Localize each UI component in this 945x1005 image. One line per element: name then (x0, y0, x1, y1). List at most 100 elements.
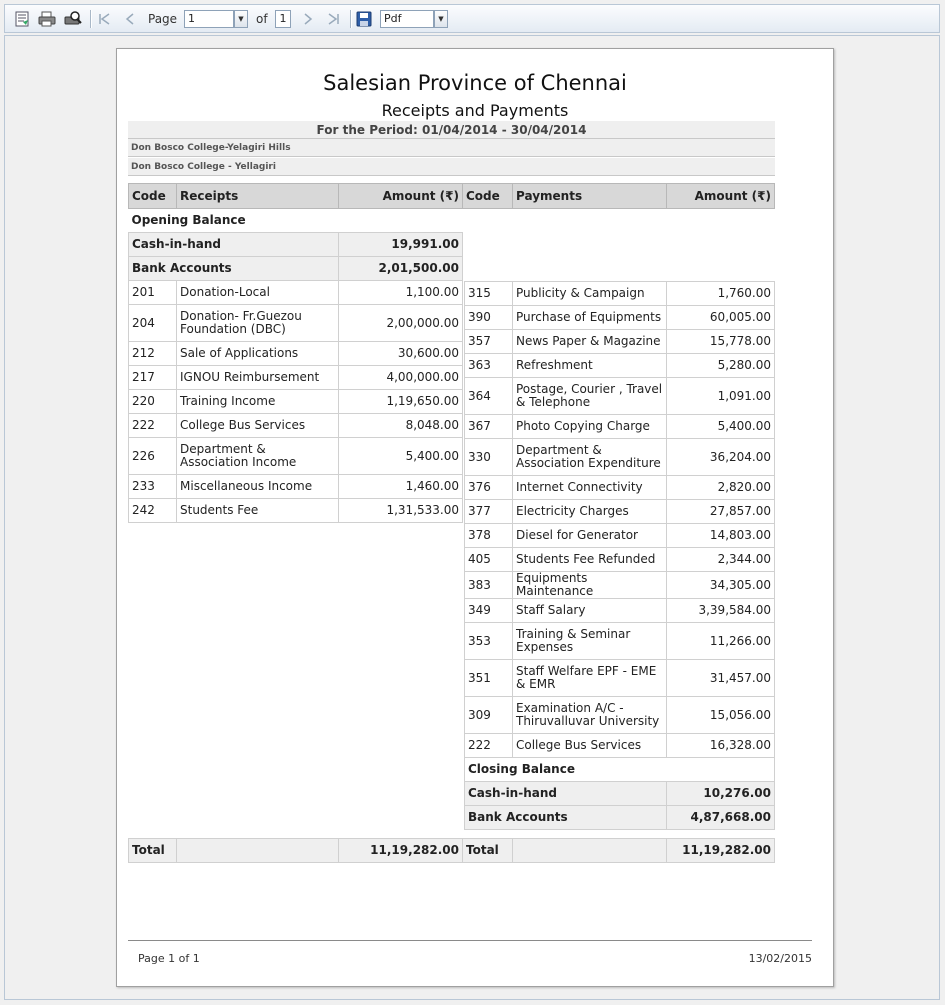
receipts-amount-header: Amount (₹) (338, 183, 463, 209)
payments-total-label: Total (462, 838, 513, 863)
table-row: 357 News Paper & Magazine 15,778.00 (464, 329, 775, 354)
row-code: 212 (128, 341, 177, 366)
page-number-input[interactable]: 1 (184, 10, 234, 28)
row-code: 201 (128, 280, 177, 305)
footer-page-info: Page 1 of 1 (138, 952, 200, 965)
row-code: 309 (464, 696, 513, 734)
table-row: 222 College Bus Services 16,328.00 (464, 733, 775, 758)
export-format-dropdown-button[interactable]: ▼ (434, 10, 448, 28)
total-pages-field: 1 (275, 10, 291, 28)
row-name: Diesel for Generator (512, 523, 667, 548)
save-icon[interactable] (355, 10, 373, 28)
chevron-down-icon: ▼ (238, 15, 244, 23)
row-amount: 15,778.00 (666, 329, 775, 354)
row-amount: 31,457.00 (666, 659, 775, 697)
row-code: 390 (464, 305, 513, 330)
row-name: Miscellaneous Income (176, 474, 339, 499)
row-amount: 14,803.00 (666, 523, 775, 548)
row-name: Training Income (176, 389, 339, 414)
first-page-icon[interactable] (95, 10, 113, 28)
payments-header-table: Code Payments Amount (₹) (462, 183, 775, 209)
table-row: 353 Training & Seminar Expenses 11,266.00 (464, 622, 775, 660)
row-code: 330 (464, 438, 513, 476)
of-label: of (256, 12, 268, 26)
row-amount: 34,305.00 (666, 571, 775, 599)
report-subtitle: Receipts and Payments (381, 101, 569, 120)
receipts-header-row: Code Receipts Amount (₹) (128, 183, 463, 209)
row-name: Students Fee (176, 498, 339, 523)
row-name: News Paper & Magazine (512, 329, 667, 354)
footer-date: 13/02/2015 (748, 952, 812, 965)
row-name: Publicity & Campaign (512, 281, 667, 306)
row-code: 364 (464, 377, 513, 415)
row-amount: 1,31,533.00 (338, 498, 463, 523)
row-name: Photo Copying Charge (512, 414, 667, 439)
row-amount: 1,460.00 (338, 474, 463, 499)
closing-cash-label: Cash-in-hand (464, 781, 667, 806)
row-name: College Bus Services (176, 413, 339, 438)
table-row: 390 Purchase of Equipments 60,005.00 (464, 305, 775, 330)
row-amount: 1,19,650.00 (338, 389, 463, 414)
row-code: 353 (464, 622, 513, 660)
payments-table: 315 Publicity & Campaign 1,760.00 390 Purcha… (464, 281, 775, 830)
table-row: 363 Refreshment 5,280.00 (464, 353, 775, 378)
table-row: 242 Students Fee 1,31,533.00 (128, 498, 463, 523)
payments-name-header: Payments (512, 183, 667, 209)
row-code: 242 (128, 498, 177, 523)
export-format-select[interactable]: Pdf (380, 10, 434, 28)
table-row: 204 Donation- Fr.Guezou Foundation (DBC) 2… (128, 304, 463, 342)
page-dropdown-button[interactable]: ▼ (234, 10, 248, 28)
row-code: 226 (128, 437, 177, 475)
row-name: Department & Association Income (176, 437, 339, 475)
opening-balance-row: Opening Balance (129, 209, 463, 233)
row-code: 378 (464, 523, 513, 548)
report-page: Salesian Province of Chennai Receipts an… (116, 48, 834, 987)
receipts-total-label: Total (128, 838, 177, 863)
row-amount: 5,400.00 (666, 414, 775, 439)
table-row: 349 Staff Salary 3,39,584.00 (464, 598, 775, 623)
opening-cash-row: Cash-in-hand 19,991.00 (128, 232, 463, 257)
row-amount: 1,091.00 (666, 377, 775, 415)
row-amount: 15,056.00 (666, 696, 775, 734)
receipts-code-header: Code (128, 183, 177, 209)
table-row: 201 Donation-Local 1,100.00 (128, 280, 463, 305)
row-code: 233 (128, 474, 177, 499)
row-code: 405 (464, 547, 513, 572)
closing-balance-label: Closing Balance (464, 757, 775, 782)
row-amount: 5,400.00 (338, 437, 463, 475)
row-code: 351 (464, 659, 513, 697)
table-row: 364 Postage, Courier , Travel & Telephone… (464, 377, 775, 415)
table-row: 377 Electricity Charges 27,857.00 (464, 499, 775, 524)
payments-amount-header: Amount (₹) (666, 183, 775, 209)
row-code: 222 (128, 413, 177, 438)
row-code: 349 (464, 598, 513, 623)
row-code: 383 (464, 571, 513, 599)
closing-bank-value: 4,87,668.00 (666, 805, 775, 830)
row-amount: 2,820.00 (666, 475, 775, 500)
page-label: Page (148, 12, 178, 26)
row-name: Refreshment (512, 353, 667, 378)
table-row: 378 Diesel for Generator 14,803.00 (464, 523, 775, 548)
table-row: 367 Photo Copying Charge 5,400.00 (464, 414, 775, 439)
row-code: 315 (464, 281, 513, 306)
row-name: College Bus Services (512, 733, 667, 758)
receipts-table: Code Receipts Amount (₹) Opening Balance… (128, 183, 463, 523)
previous-page-icon[interactable] (121, 10, 139, 28)
last-page-icon[interactable] (325, 10, 343, 28)
row-name: Training & Seminar Expenses (512, 622, 667, 660)
row-name: Internet Connectivity (512, 475, 667, 500)
row-name: Staff Welfare EPF - EME & EMR (512, 659, 667, 697)
row-amount: 11,266.00 (666, 622, 775, 660)
row-code: 217 (128, 365, 177, 390)
row-name: Students Fee Refunded (512, 547, 667, 572)
institution-name: Don Bosco College-Yelagiri Hills (128, 139, 775, 157)
print-preview-icon[interactable] (64, 10, 82, 28)
closing-cash-row: Cash-in-hand 10,276.00 (464, 781, 775, 806)
document-map-icon[interactable] (13, 10, 31, 28)
print-icon[interactable] (38, 10, 56, 28)
table-row: 222 College Bus Services 8,048.00 (128, 413, 463, 438)
totals-table: Total 11,19,282.00 Total 11,19,282.00 (128, 838, 775, 863)
row-amount: 27,857.00 (666, 499, 775, 524)
opening-bank-row: Bank Accounts 2,01,500.00 (128, 256, 463, 281)
next-page-icon[interactable] (299, 10, 317, 28)
